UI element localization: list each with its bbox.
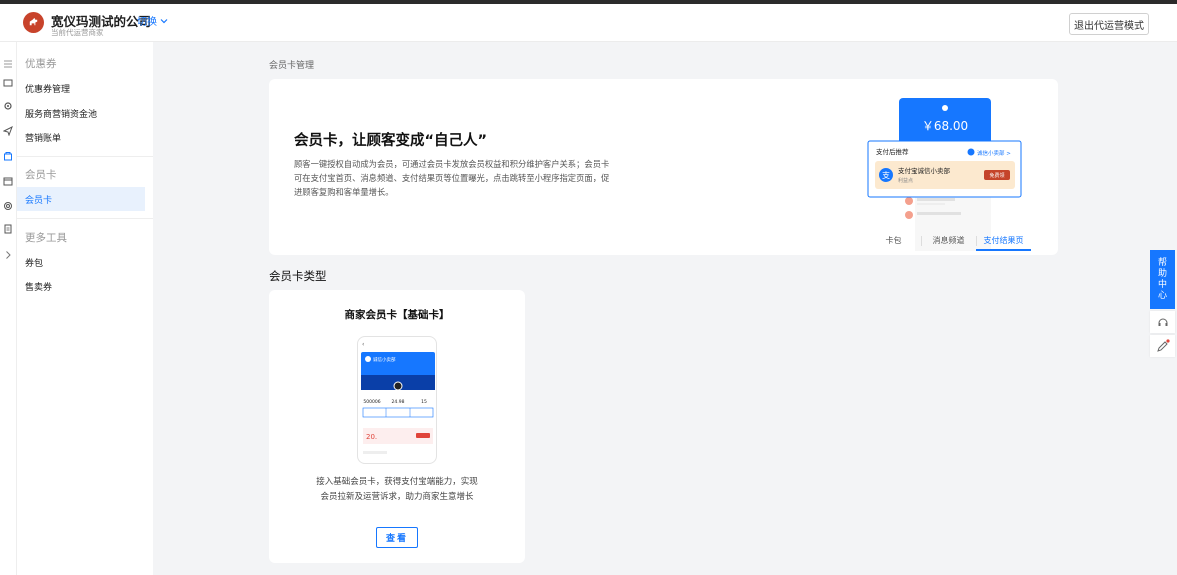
help-char: 助 [1157, 268, 1167, 279]
chevron-down-icon [160, 18, 168, 23]
card-description: 接入基础会员卡，获得支付宝端能力，实现 会员拉新及运营诉求，助力商家生意增长 [299, 475, 495, 505]
svg-text:支: 支 [882, 170, 890, 180]
section-title-card-types: 会员卡类型 [269, 269, 327, 283]
sidebar-divider [17, 218, 153, 219]
sidebar-item-coupon-management[interactable]: 优惠券管理 [17, 76, 145, 100]
breadcrumb: 会员卡管理 [269, 61, 315, 71]
sidebar-item-coupon-pack[interactable]: 券包 [17, 250, 145, 274]
member-card-banner: 会员卡，让顾客变成“自己人” 顾客一键授权自动成为会员，可通过会员卡发放会员权益… [269, 79, 1058, 255]
illus-panel-title: 支付后推荐 [876, 147, 909, 156]
sidebar-item-marketing-fund-pool[interactable]: 服务商营销资金池 [17, 101, 145, 125]
exit-agent-mode-button[interactable]: 退出代运营模式 [1069, 13, 1149, 35]
tab-payment-result[interactable]: 支付结果页 [976, 231, 1031, 251]
help-char: 帮 [1157, 257, 1167, 268]
card-title: 商家会员卡【基础卡】 [344, 309, 450, 321]
sidebar-item-member-card[interactable]: 会员卡 [17, 187, 145, 211]
header: 宽仪玛测试的公司 当前代运营商家 切换 退出代运营模式 [0, 4, 1177, 42]
switch-label: 切换 [137, 17, 157, 28]
document-icon[interactable] [2, 223, 14, 235]
phone-stat-2: 24.98 [392, 399, 405, 405]
card-icon[interactable] [2, 77, 14, 89]
sidebar-group-coupon: 优惠券 [25, 58, 57, 70]
phone-coupon-value: 20. [366, 433, 377, 441]
phone-preview: ‹ 诚信小卖部 500006 24.98 15 20. [357, 336, 437, 464]
gear-icon[interactable] [2, 100, 14, 112]
company-subtitle: 当前代运营商家 [51, 28, 104, 37]
menu-icon[interactable] [2, 58, 14, 70]
phone-stat-1: 500006 [363, 399, 380, 405]
tab-message-channel[interactable]: 消息频道 [921, 231, 976, 251]
view-card-button[interactable]: 查看 [376, 527, 418, 548]
sidebar-divider [17, 156, 153, 157]
calendar-icon[interactable] [2, 175, 14, 187]
edit-feedback-icon[interactable] [1150, 335, 1175, 357]
sidebar-group-member-card: 会员卡 [25, 169, 57, 181]
banner-description: 顾客一键授权自动成为会员，可通过会员卡发放会员权益和积分维护客户关系；会员卡可在… [294, 159, 610, 197]
placement-tabs: 卡包 消息频道 支付结果页 [866, 231, 1031, 251]
illus-amount: ￥68.00 [922, 119, 968, 133]
chevron-right-icon[interactable] [2, 249, 14, 261]
company-avatar [23, 12, 44, 33]
phone-shop-name: 诚信小卖部 [373, 356, 396, 363]
sidebar-item-marketing-bill[interactable]: 营销账单 [17, 125, 145, 149]
headset-icon[interactable] [1150, 311, 1175, 333]
send-icon[interactable] [2, 125, 14, 137]
sidebar-item-sale-coupon[interactable]: 售卖券 [17, 274, 145, 298]
help-char: 心 [1157, 290, 1167, 301]
switch-company-link[interactable]: 切换 [137, 13, 168, 28]
help-char: 中 [1157, 279, 1167, 290]
svg-text:‹: ‹ [362, 341, 364, 348]
sidebar-group-more-tools: 更多工具 [25, 232, 67, 244]
illus-shop-name: 支付宝诚信小卖部 [898, 166, 951, 175]
banner-title: 会员卡，让顾客变成“自己人” [294, 133, 488, 149]
help-center-button[interactable]: 帮 助 中 心 [1150, 250, 1175, 309]
card-description-line2: 会员拉新及运营诉求，助力商家生意增长 [320, 492, 474, 502]
phone-stat-3: 15 [421, 399, 427, 405]
illus-shop-sub: 利益点 [898, 177, 913, 184]
illus-panel-link: 诚信小卖部 > [977, 149, 1011, 157]
member-card-icon[interactable] [2, 150, 14, 162]
target-icon[interactable] [2, 200, 14, 212]
icon-rail [0, 42, 17, 575]
basic-member-card: 商家会员卡【基础卡】 ‹ 诚信小卖部 500006 24.98 15 20. 接… [269, 290, 525, 563]
dog-logo-icon [29, 17, 38, 26]
sidebar: 优惠券 优惠券管理 服务商营销资金池 营销账单 会员卡 会员卡 更多工具 券包 … [17, 42, 153, 575]
card-description-line1: 接入基础会员卡，获得支付宝端能力，实现 [316, 477, 478, 487]
illus-badge: 免费领 [989, 172, 1004, 179]
tab-card-wallet[interactable]: 卡包 [866, 231, 921, 251]
